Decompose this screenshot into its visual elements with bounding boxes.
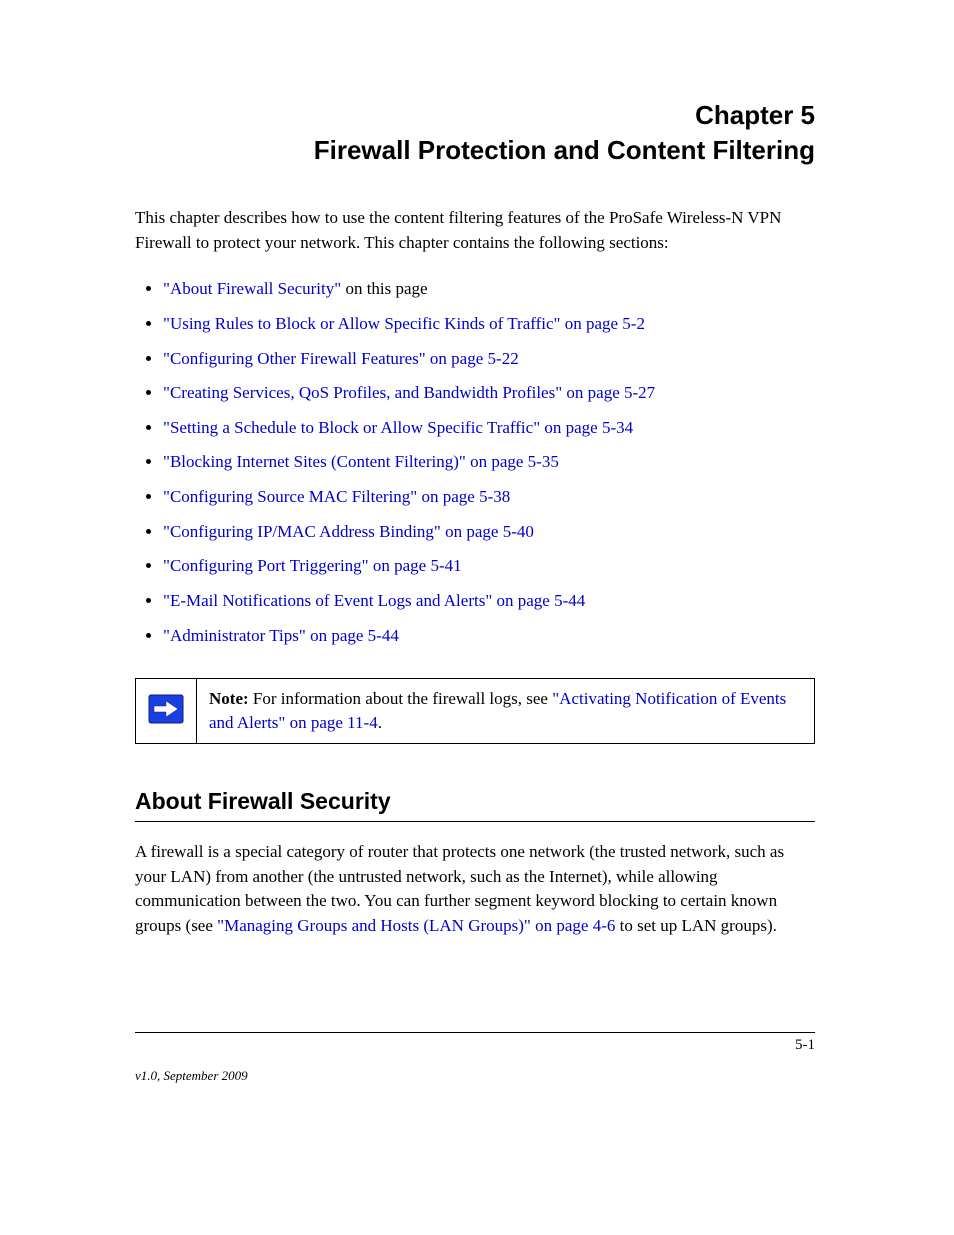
note-text-cell: Note: For information about the firewall… — [197, 679, 815, 744]
list-item-suffix: on this page — [341, 279, 427, 298]
xref-link[interactable]: "Configuring Other Firewall Features" on… — [163, 349, 519, 368]
list-item: "Using Rules to Block or Allow Specific … — [163, 312, 815, 337]
list-item: "Blocking Internet Sites (Content Filter… — [163, 450, 815, 475]
xref-link[interactable]: "Configuring Port Triggering" on page 5-… — [163, 556, 462, 575]
list-item: "Administrator Tips" on page 5-44 — [163, 624, 815, 649]
xref-link[interactable]: "About Firewall Security" — [163, 279, 341, 298]
list-item: "Configuring IP/MAC Address Binding" on … — [163, 520, 815, 545]
section-paragraph: A firewall is a special category of rout… — [135, 840, 815, 939]
section-body-tail: to set up LAN groups). — [615, 916, 776, 935]
list-item: "Configuring Port Triggering" on page 5-… — [163, 554, 815, 579]
xref-link[interactable]: "Administrator Tips" on page 5-44 — [163, 626, 399, 645]
list-item: "Configuring Other Firewall Features" on… — [163, 347, 815, 372]
list-item: "Creating Services, QoS Profiles, and Ba… — [163, 381, 815, 406]
footer-rule — [135, 1032, 815, 1033]
chapter-label: Chapter 5 — [135, 100, 815, 131]
arrow-right-icon — [148, 694, 184, 729]
note-text: Note: For information about the firewall… — [209, 689, 786, 732]
section-rule — [135, 821, 815, 822]
note-box: Note: For information about the firewall… — [135, 678, 815, 744]
list-item: "Setting a Schedule to Block or Allow Sp… — [163, 416, 815, 441]
xref-link[interactable]: "Blocking Internet Sites (Content Filter… — [163, 452, 559, 471]
toc-list: "About Firewall Security" on this page "… — [135, 277, 815, 648]
list-item: "Configuring Source MAC Filtering" on pa… — [163, 485, 815, 510]
page: Chapter 5 Firewall Protection and Conten… — [0, 0, 954, 1235]
xref-link[interactable]: "Configuring IP/MAC Address Binding" on … — [163, 522, 534, 541]
xref-link[interactable]: "Setting a Schedule to Block or Allow Sp… — [163, 418, 633, 437]
note-trail: . — [378, 713, 382, 732]
section-heading: About Firewall Security — [135, 788, 815, 815]
note-label: Note: — [209, 689, 249, 708]
page-number: 5-1 — [135, 1037, 815, 1054]
version-string: v1.0, September 2009 — [135, 1068, 815, 1084]
note-icon-cell — [136, 679, 197, 744]
chapter-title: Firewall Protection and Content Filterin… — [135, 135, 815, 166]
list-item: "E-Mail Notifications of Event Logs and … — [163, 589, 815, 614]
page-footer: 5-1 v1.0, September 2009 — [135, 1032, 815, 1084]
note-body: For information about the firewall logs,… — [249, 689, 553, 708]
xref-link[interactable]: "Using Rules to Block or Allow Specific … — [163, 314, 645, 333]
xref-link[interactable]: "Managing Groups and Hosts (LAN Groups)"… — [217, 916, 615, 935]
xref-link[interactable]: "Configuring Source MAC Filtering" on pa… — [163, 487, 510, 506]
list-item: "About Firewall Security" on this page — [163, 277, 815, 302]
xref-link[interactable]: "Creating Services, QoS Profiles, and Ba… — [163, 383, 655, 402]
intro-paragraph: This chapter describes how to use the co… — [135, 206, 815, 255]
content-area: Chapter 5 Firewall Protection and Conten… — [135, 100, 815, 960]
xref-link[interactable]: "E-Mail Notifications of Event Logs and … — [163, 591, 585, 610]
